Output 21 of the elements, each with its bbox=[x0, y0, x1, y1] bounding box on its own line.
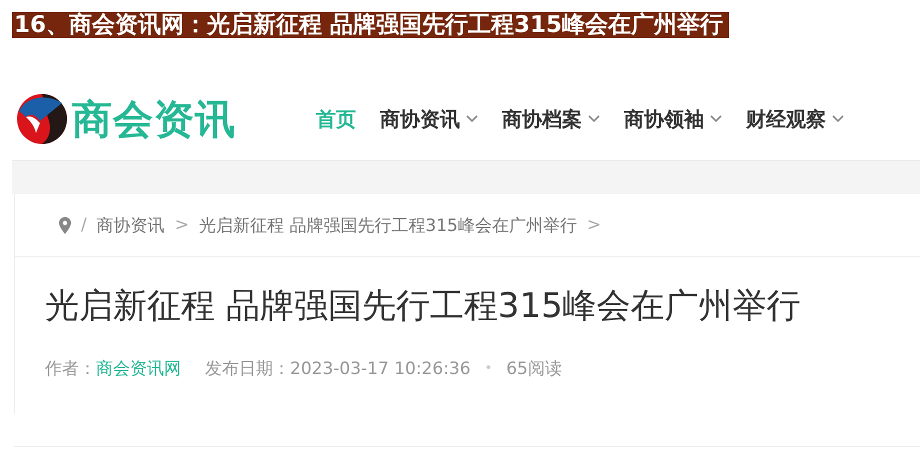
date-label: 发布日期： bbox=[205, 358, 290, 380]
breadcrumb-arrow: > bbox=[174, 215, 189, 235]
logo-icon bbox=[16, 93, 68, 145]
nav-link[interactable]: 商协档案 bbox=[502, 106, 600, 132]
breadcrumb-link[interactable]: 光启新征程 品牌强国先行工程315峰会在广州举行 bbox=[198, 214, 577, 236]
meta-dot: • bbox=[484, 361, 492, 376]
nav-link[interactable]: 首页 bbox=[316, 106, 356, 132]
location-pin-icon bbox=[59, 216, 71, 234]
breadcrumb-link[interactable]: 商协资讯 bbox=[96, 214, 165, 236]
nav-link[interactable]: 财经观察 bbox=[746, 106, 844, 132]
nav-link[interactable]: 商协领袖 bbox=[624, 106, 722, 132]
publish-date: 2023-03-17 10:26:36 bbox=[290, 358, 471, 378]
read-count: 65阅读 bbox=[506, 358, 562, 380]
author-label: 作者： bbox=[45, 358, 96, 380]
breadcrumb-arrow: > bbox=[586, 215, 602, 235]
nav-link[interactable]: 商协资讯 bbox=[380, 106, 478, 132]
caption-bar: 16、商会资讯网：光启新征程 品牌强国先行工程315峰会在广州举行 bbox=[12, 12, 730, 38]
logo-text[interactable]: 商会资讯 bbox=[72, 92, 236, 146]
article-title: 光启新征程 品牌强国先行工程315峰会在广州举行 bbox=[45, 285, 802, 328]
breadcrumb-separator: / bbox=[81, 215, 87, 235]
author-link[interactable]: 商会资讯网 bbox=[96, 357, 181, 380]
